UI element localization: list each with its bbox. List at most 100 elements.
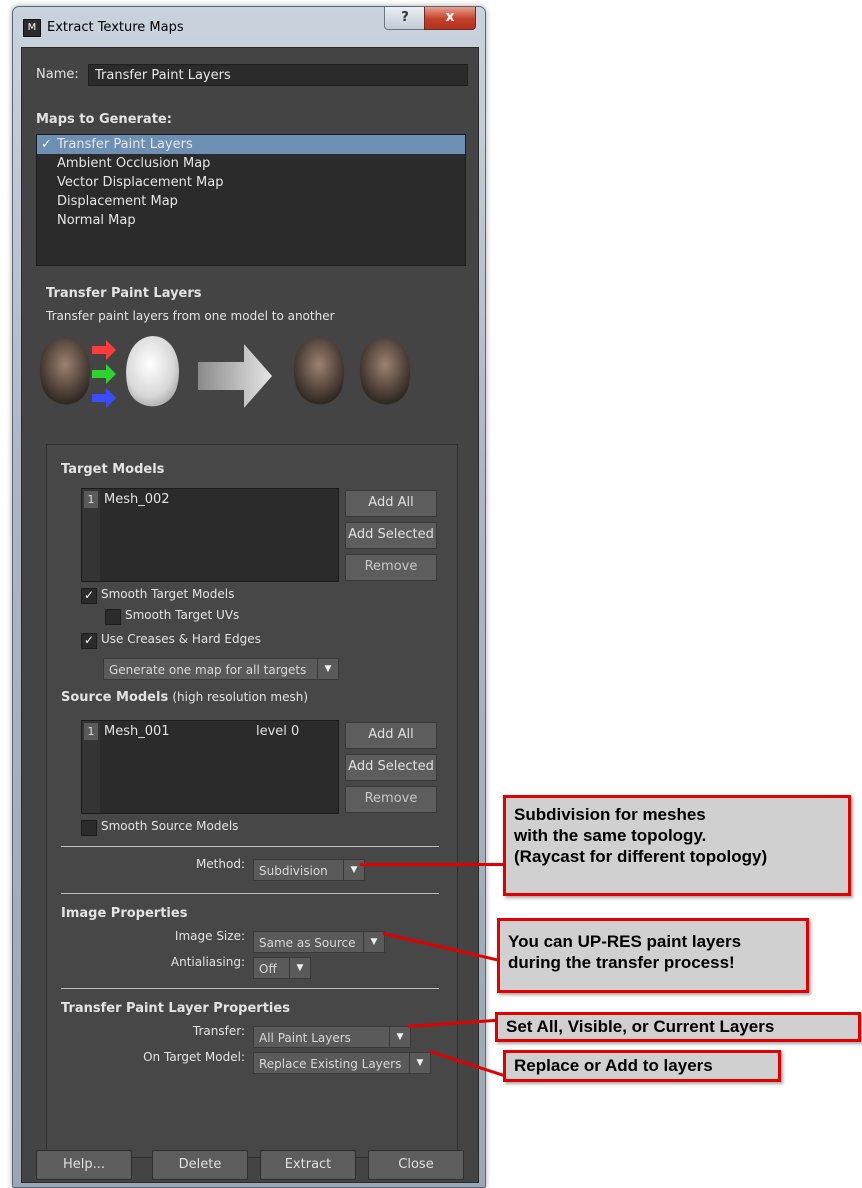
result-face-icon-2 <box>359 338 411 405</box>
close-button[interactable]: Close <box>368 1150 464 1180</box>
divider <box>61 846 439 847</box>
chevron-down-icon: ▼ <box>409 1053 430 1073</box>
method-value: Subdivision <box>259 864 328 878</box>
title-bar[interactable]: M Extract Texture Maps ? x <box>13 7 485 47</box>
source-model-level: level 0 <box>256 724 300 739</box>
smooth-source-models-checkbox[interactable] <box>81 820 97 836</box>
antialiasing-dropdown[interactable]: Off ▼ <box>253 957 311 979</box>
checkmark-icon: ✓ <box>41 137 52 152</box>
delete-button[interactable]: Delete <box>152 1150 248 1180</box>
map-item-vector-displacement[interactable]: Vector Displacement Map <box>37 173 465 192</box>
target-add-all-button[interactable]: Add All <box>345 490 437 517</box>
help-button[interactable]: Help... <box>36 1150 132 1180</box>
map-item-ambient-occlusion[interactable]: Ambient Occlusion Map <box>37 154 465 173</box>
smooth-target-uvs-label: Smooth Target UVs <box>125 608 240 622</box>
method-callout-pointer <box>360 863 506 866</box>
callout-line: You can UP-RES paint layers <box>508 932 742 951</box>
transfer-label: Transfer: <box>192 1024 245 1038</box>
source-models-subheading: (high resolution mesh) <box>172 690 308 704</box>
result-face-icon-1 <box>293 338 345 405</box>
maps-list[interactable]: ✓ Transfer Paint Layers Ambient Occlusio… <box>36 134 466 266</box>
map-item-label: Normal Map <box>57 213 136 228</box>
transfer-description: Transfer paint layers from one model to … <box>46 309 335 323</box>
method-callout: Subdivision for meshes with the same top… <box>503 795 851 896</box>
antialiasing-label: Antialiasing: <box>170 955 245 969</box>
source-models-list[interactable]: 1 Mesh_001 level 0 <box>81 720 339 814</box>
transfer-value: All Paint Layers <box>259 1031 351 1045</box>
chevron-down-icon: ▼ <box>363 932 384 952</box>
on-target-model-dropdown[interactable]: Replace Existing Layers ▼ <box>253 1052 431 1074</box>
extract-button[interactable]: Extract <box>260 1150 356 1180</box>
image-properties-heading: Image Properties <box>61 906 188 921</box>
close-window-button[interactable]: x <box>424 7 476 30</box>
source-models-heading: Source Models <box>61 690 169 705</box>
map-item-normal[interactable]: Normal Map <box>37 211 465 230</box>
source-remove-button[interactable]: Remove <box>345 786 437 813</box>
chevron-down-icon: ▼ <box>317 659 338 679</box>
callout-line: with the same topology. <box>514 826 707 845</box>
source-add-selected-button[interactable]: Add Selected <box>345 754 437 781</box>
map-item-transfer-paint-layers[interactable]: ✓ Transfer Paint Layers <box>37 135 465 154</box>
source-model-name[interactable]: Mesh_001 <box>104 724 170 739</box>
row-index: 1 <box>84 723 98 740</box>
options-panel: Target Models 1 Mesh_002 Add All Add Sel… <box>46 444 458 1158</box>
divider <box>61 893 439 894</box>
untextured-face-icon <box>126 336 179 407</box>
map-mode-value: Generate one map for all targets <box>109 663 307 677</box>
use-creases-checkbox[interactable]: ✓ <box>81 633 97 649</box>
app-icon: M <box>23 19 41 37</box>
divider <box>61 988 439 989</box>
map-item-label: Displacement Map <box>57 194 178 209</box>
maps-heading: Maps to Generate: <box>36 112 172 127</box>
big-arrow-icon <box>198 344 272 408</box>
help-title-button[interactable]: ? <box>384 7 426 30</box>
smooth-source-models-label: Smooth Source Models <box>101 819 239 833</box>
green-arrow-icon <box>92 364 116 384</box>
chevron-down-icon: ▼ <box>289 958 310 978</box>
source-models-heading-row: Source Models (high resolution mesh) <box>61 690 308 705</box>
on-target-model-label: On Target Model: <box>143 1050 245 1064</box>
dialog-window: M Extract Texture Maps ? x Name: Transfe… <box>12 6 486 1188</box>
row-index: 1 <box>84 491 98 508</box>
method-dropdown[interactable]: Subdivision ▼ <box>253 859 365 881</box>
image-size-callout: You can UP-RES paint layers during the t… <box>497 918 809 993</box>
transfer-callout: Set All, Visible, or Current Layers <box>495 1012 861 1042</box>
name-label: Name: <box>36 67 79 82</box>
use-creases-label: Use Creases & Hard Edges <box>101 632 261 646</box>
paint-layer-properties-heading: Transfer Paint Layer Properties <box>61 1001 290 1016</box>
target-model-name[interactable]: Mesh_002 <box>104 492 170 507</box>
map-item-displacement[interactable]: Displacement Map <box>37 192 465 211</box>
smooth-target-uvs-checkbox[interactable] <box>105 609 121 625</box>
smooth-target-models-checkbox[interactable]: ✓ <box>81 588 97 604</box>
image-size-label: Image Size: <box>174 929 245 943</box>
map-item-label: Ambient Occlusion Map <box>57 156 211 171</box>
target-models-list[interactable]: 1 Mesh_002 <box>81 488 339 582</box>
target-remove-button[interactable]: Remove <box>345 554 437 581</box>
map-item-label: Transfer Paint Layers <box>57 137 193 152</box>
source-face-icon <box>39 338 91 405</box>
window-title: Extract Texture Maps <box>47 20 184 35</box>
callout-line: during the transfer process! <box>508 953 735 972</box>
image-size-dropdown[interactable]: Same as Source ▼ <box>253 931 385 953</box>
method-label: Method: <box>195 857 245 871</box>
chevron-down-icon: ▼ <box>389 1027 410 1047</box>
red-arrow-icon <box>92 340 116 360</box>
on-target-model-value: Replace Existing Layers <box>259 1057 402 1071</box>
blue-arrow-icon <box>92 388 116 408</box>
transfer-illustration <box>39 336 411 408</box>
transfer-heading: Transfer Paint Layers <box>46 286 202 301</box>
source-add-all-button[interactable]: Add All <box>345 722 437 749</box>
map-item-label: Vector Displacement Map <box>57 175 224 190</box>
target-models-heading: Target Models <box>61 462 165 477</box>
callout-line: (Raycast for different topology) <box>514 847 768 866</box>
transfer-dropdown[interactable]: All Paint Layers ▼ <box>253 1026 411 1048</box>
smooth-target-models-label: Smooth Target Models <box>101 587 235 601</box>
target-add-selected-button[interactable]: Add Selected <box>345 522 437 549</box>
map-mode-dropdown[interactable]: Generate one map for all targets ▼ <box>103 658 339 680</box>
target-callout: Replace or Add to layers <box>503 1050 781 1082</box>
dialog-body: Name: Transfer Paint Layers Maps to Gene… <box>21 47 479 1183</box>
callout-line: Subdivision for meshes <box>514 805 706 824</box>
antialiasing-value: Off <box>259 962 277 976</box>
image-size-value: Same as Source <box>259 936 356 950</box>
name-field[interactable]: Transfer Paint Layers <box>88 64 468 86</box>
